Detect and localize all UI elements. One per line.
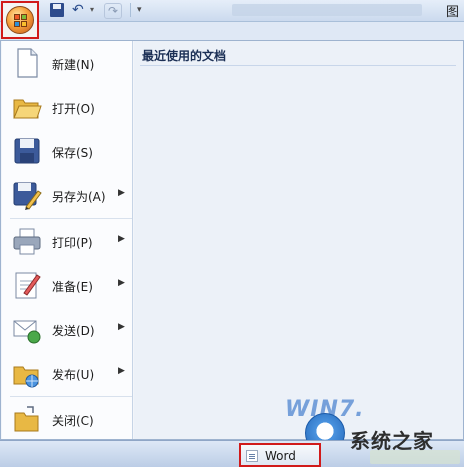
send-icon: [13, 320, 41, 344]
menu-item-label: 发送(D): [52, 324, 95, 338]
menu-item-label: 保存(S): [52, 146, 93, 160]
toolbar-divider: [130, 3, 131, 17]
publish-icon: [13, 366, 39, 388]
prepare-icon: [15, 272, 41, 299]
menu-item-label: 打印(P): [52, 236, 93, 250]
menu-item-send[interactable]: 发送(D) ▶: [2, 307, 133, 351]
menu-item-open[interactable]: 打开(O): [2, 85, 133, 129]
menu-item-label: 另存为(A): [52, 190, 106, 204]
submenu-arrow-icon: ▶: [118, 322, 125, 332]
office-button[interactable]: [1, 1, 39, 39]
word-document-icon: [246, 450, 258, 462]
office-menu: 新建(N) 打开(O) 保存(S) 另存为(A) ▶ 打印(P) ▶ 准备(E)…: [0, 40, 464, 440]
menu-item-prepare[interactable]: 准备(E) ▶: [2, 263, 133, 307]
customize-toolbar-icon[interactable]: ▾: [137, 3, 147, 19]
submenu-arrow-icon: ▶: [118, 188, 125, 198]
menu-item-label: 打开(O): [52, 102, 95, 116]
menu-item-publish[interactable]: 发布(U) ▶: [2, 351, 133, 395]
save-disk-icon: [14, 138, 40, 164]
watermark-site-blurred: [370, 450, 460, 464]
undo-icon[interactable]: ↶: [72, 3, 88, 19]
menu-item-label: 新建(N): [52, 58, 95, 72]
quick-save-icon[interactable]: [50, 3, 64, 17]
new-document-icon: [17, 48, 38, 78]
taskbar-word-button[interactable]: Word: [239, 443, 321, 467]
close-folder-icon: [14, 406, 39, 432]
open-folder-icon: [13, 99, 42, 119]
menu-item-print[interactable]: 打印(P) ▶: [2, 219, 133, 263]
title-bar: ↶ ▾ ↷ ▾ 图: [0, 0, 464, 22]
recent-documents-pane: 最近使用的文档: [134, 41, 463, 439]
corner-text: 图: [446, 5, 460, 20]
menu-commands: 新建(N) 打开(O) 保存(S) 另存为(A) ▶ 打印(P) ▶ 准备(E)…: [2, 41, 133, 439]
submenu-arrow-icon: ▶: [118, 278, 125, 288]
menu-item-label: 发布(U): [52, 368, 95, 382]
window-title-blurred: [232, 4, 422, 16]
save-as-icon: [13, 182, 42, 210]
menu-item-save[interactable]: 保存(S): [2, 129, 133, 173]
menu-item-label: 关闭(C): [52, 414, 94, 428]
submenu-arrow-icon: ▶: [118, 234, 125, 244]
recent-documents-title: 最近使用的文档: [142, 49, 227, 63]
submenu-arrow-icon: ▶: [118, 366, 125, 376]
taskbar-word-label: Word: [265, 449, 296, 463]
menu-item-label: 准备(E): [52, 280, 93, 294]
print-icon: [13, 228, 41, 255]
undo-dropdown-icon[interactable]: ▾: [90, 3, 98, 19]
redo-icon[interactable]: ↷: [104, 3, 122, 19]
office-logo-icon: [6, 6, 34, 34]
menu-item-close[interactable]: 关闭(C): [2, 397, 133, 441]
recent-divider: [140, 65, 456, 66]
menu-item-new[interactable]: 新建(N): [2, 41, 133, 85]
menu-item-save-as[interactable]: 另存为(A) ▶: [2, 173, 133, 217]
